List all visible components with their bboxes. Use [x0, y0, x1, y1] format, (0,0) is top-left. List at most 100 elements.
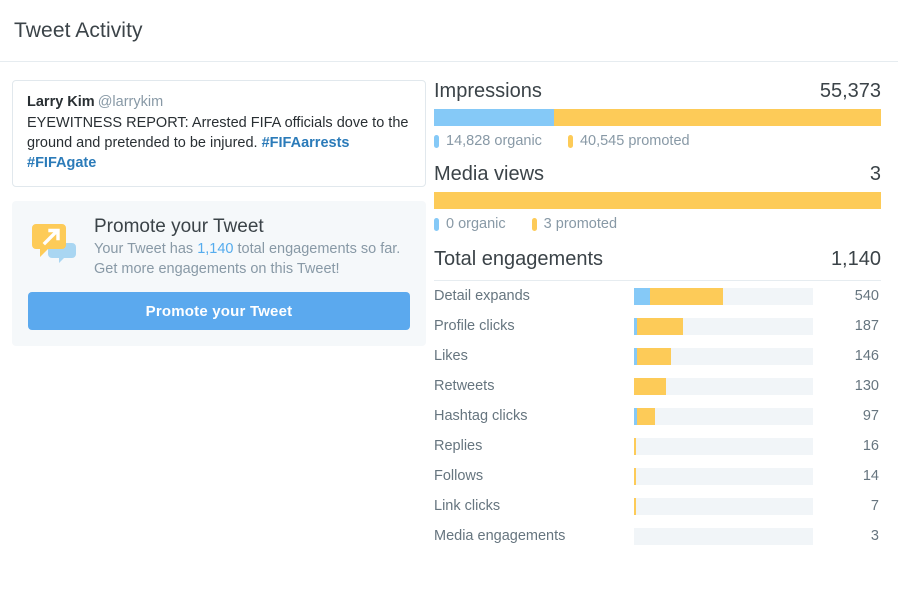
main-content: Larry Kim @larrykim EYEWITNESS REPORT: Ar… — [0, 62, 898, 551]
engagement-row-bar — [634, 377, 813, 395]
media-views-promoted-label: 3 promoted — [543, 216, 618, 232]
impressions-organic-label: 14,828 organic — [446, 133, 542, 149]
page-header: Tweet Activity — [0, 0, 898, 62]
engagement-row: Hashtag clicks 97 — [434, 401, 881, 431]
promote-subtext: Your Tweet has 1,140 total engagements s… — [94, 240, 410, 259]
engagement-row-label: Likes — [434, 348, 468, 364]
engagement-row-bar — [634, 317, 813, 335]
impressions-organic-segment — [434, 109, 554, 126]
impressions-label: Impressions — [434, 80, 542, 102]
promote-tweet-button[interactable]: Promote your Tweet — [28, 292, 410, 330]
media-views-organic-label: 0 organic — [446, 216, 506, 232]
engagement-row-label: Retweets — [434, 378, 495, 394]
left-column: Larry Kim @larrykim EYEWITNESS REPORT: Ar… — [0, 80, 426, 346]
media-views-metric-block: Media views 3 0 organic 3 promoted — [434, 163, 881, 232]
legend-item-promoted: 3 promoted — [531, 216, 618, 232]
engagement-row-count: 540 — [854, 288, 879, 304]
promote-subtext-suffix: total engagements so far. — [233, 241, 401, 257]
promote-card-body: Promote your Tweet Your Tweet has 1,140 … — [80, 215, 410, 280]
engagement-row-label: Media engagements — [434, 528, 566, 544]
engagement-row: Likes 146 — [434, 341, 881, 371]
right-column: Impressions 55,373 14,828 organic 40,545… — [426, 80, 898, 551]
engagement-row-count: 187 — [854, 318, 879, 334]
promote-heading: Promote your Tweet — [94, 216, 264, 237]
tweet-hashtag-link-2[interactable]: #FIFAgate — [27, 155, 96, 171]
media-views-label: Media views — [434, 163, 545, 185]
tweet-preview-card[interactable]: Larry Kim @larrykim EYEWITNESS REPORT: Ar… — [12, 80, 426, 187]
total-engagements-header: Total engagements 1,140 — [434, 248, 881, 281]
media-views-stacked-bar — [434, 192, 881, 209]
organic-swatch-icon — [434, 134, 439, 148]
tweet-hashtag-link-1[interactable]: #FIFAarrests — [262, 135, 350, 151]
engagement-promoted-segment — [634, 437, 636, 455]
impressions-header: Impressions 55,373 — [434, 80, 881, 103]
engagement-row-bar — [634, 287, 813, 305]
promote-subtext-line2: Get more engagements on this Tweet! — [94, 261, 340, 277]
engagement-row-count: 3 — [870, 528, 879, 544]
page-title: Tweet Activity — [14, 18, 143, 42]
impressions-metric-block: Impressions 55,373 14,828 organic 40,545… — [434, 80, 881, 149]
total-engagements-label: Total engagements — [434, 248, 604, 270]
engagement-row-label: Follows — [434, 468, 484, 484]
engagement-row: Profile clicks 187 — [434, 311, 881, 341]
total-engagements-total: 1,140 — [830, 248, 881, 270]
promote-megaphone-icon — [28, 215, 80, 272]
engagement-row-label: Profile clicks — [434, 318, 515, 334]
engagement-row-bar — [634, 527, 813, 545]
engagement-row-count: 146 — [854, 348, 879, 364]
engagement-row-bar — [634, 467, 813, 485]
engagement-row: Link clicks 7 — [434, 491, 881, 521]
engagement-promoted-segment — [636, 347, 671, 365]
legend-item-organic: 14,828 organic — [434, 133, 542, 149]
promote-engagement-count: 1,140 — [197, 241, 234, 257]
engagement-row-bar — [634, 347, 813, 365]
tweet-author-name[interactable]: Larry Kim — [27, 94, 95, 110]
engagement-row-count: 130 — [854, 378, 879, 394]
engagement-promoted-segment — [634, 497, 636, 515]
engagement-row-bar — [634, 407, 813, 425]
legend-item-organic: 0 organic — [434, 216, 506, 232]
promote-card-top: Promote your Tweet Your Tweet has 1,140 … — [28, 215, 410, 280]
engagement-row: Follows 14 — [434, 461, 881, 491]
impressions-stacked-bar — [434, 109, 881, 126]
engagement-row: Replies 16 — [434, 431, 881, 461]
engagement-row-label: Link clicks — [434, 498, 501, 514]
promote-tweet-card: Promote your Tweet Your Tweet has 1,140 … — [12, 201, 426, 346]
engagement-row-bar — [634, 497, 813, 515]
engagement-row-count: 14 — [862, 468, 879, 484]
engagement-rows-list: Detail expands 540 Profile clicks 187 Likes 1… — [434, 281, 881, 551]
media-views-legend: 0 organic 3 promoted — [434, 216, 881, 232]
impressions-legend: 14,828 organic 40,545 promoted — [434, 133, 881, 149]
engagement-row-bar — [634, 437, 813, 455]
tweet-text-body: EYEWITNESS REPORT: Arrested FIFA officia… — [27, 115, 409, 151]
engagement-row-label: Replies — [434, 438, 483, 454]
engagement-promoted-segment — [636, 317, 684, 335]
engagement-organic-segment — [634, 287, 651, 305]
engagement-promoted-segment — [634, 377, 667, 395]
media-views-total: 3 — [869, 163, 881, 185]
organic-swatch-icon — [434, 217, 439, 231]
engagement-row: Detail expands 540 — [434, 281, 881, 311]
engagement-row-count: 7 — [870, 498, 879, 514]
engagement-promoted-segment — [634, 467, 636, 485]
tweet-author-handle[interactable]: @larrykim — [98, 94, 163, 110]
impressions-total: 55,373 — [819, 80, 881, 102]
tweet-text: EYEWITNESS REPORT: Arrested FIFA officia… — [27, 113, 411, 173]
engagement-promoted-segment — [636, 407, 655, 425]
media-views-header: Media views 3 — [434, 163, 881, 186]
media-views-promoted-segment — [434, 192, 881, 209]
engagement-row: Retweets 130 — [434, 371, 881, 401]
engagement-row-label: Hashtag clicks — [434, 408, 528, 424]
engagement-row: Media engagements 3 — [434, 521, 881, 551]
engagement-row-count: 97 — [862, 408, 879, 424]
impressions-promoted-label: 40,545 promoted — [579, 133, 690, 149]
legend-item-promoted: 40,545 promoted — [567, 133, 690, 149]
engagement-promoted-segment — [650, 287, 724, 305]
engagement-row-count: 16 — [862, 438, 879, 454]
tweet-author-line: Larry Kim @larrykim — [27, 92, 411, 112]
promoted-swatch-icon — [567, 134, 573, 148]
engagement-row-label: Detail expands — [434, 288, 530, 304]
impressions-promoted-segment — [553, 109, 881, 126]
promoted-swatch-icon — [531, 217, 537, 231]
promote-subtext-prefix: Your Tweet has — [94, 241, 198, 257]
